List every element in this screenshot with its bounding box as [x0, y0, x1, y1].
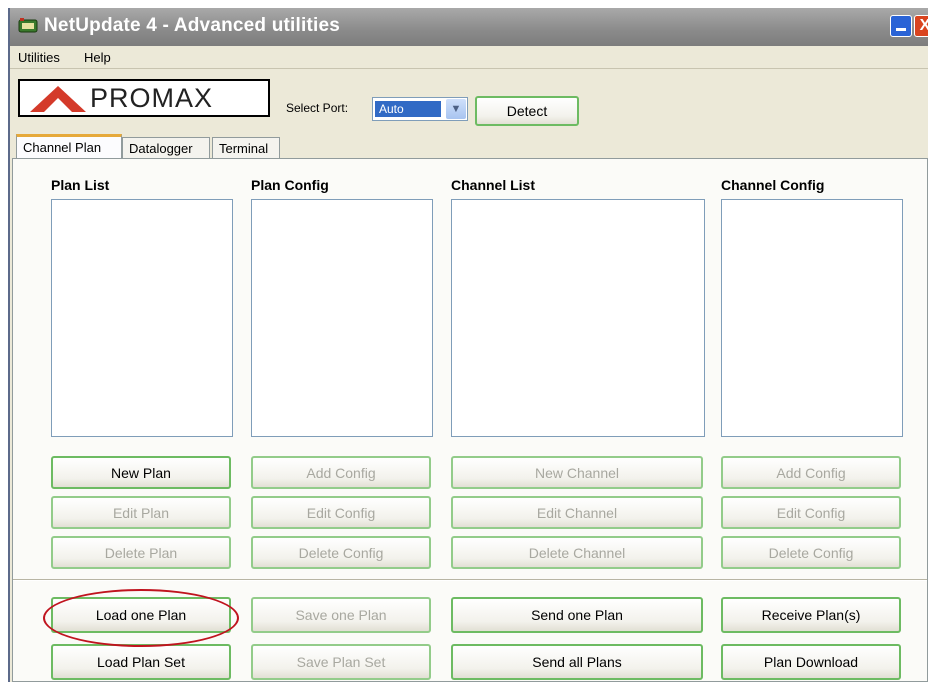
delete-plan-button[interactable]: Delete Plan: [51, 536, 231, 569]
close-icon: X: [920, 17, 928, 34]
channel-config-title: Channel Config: [721, 177, 825, 193]
channel-list-title: Channel List: [451, 177, 536, 193]
tab-channel-plan[interactable]: Channel Plan: [16, 134, 122, 160]
logo-triangle-icon: [30, 86, 86, 112]
send-all-plans-button[interactable]: Send all Plans: [451, 644, 703, 680]
promax-logo: PROMAX: [18, 79, 270, 117]
new-plan-button[interactable]: New Plan: [51, 456, 231, 489]
app-icon: [18, 18, 38, 33]
plan-config-title: Plan Config: [251, 177, 329, 193]
menu-help[interactable]: Help: [84, 50, 111, 65]
tab-datalogger[interactable]: Datalogger: [122, 137, 210, 159]
title-bar[interactable]: NetUpdate 4 - Advanced utilities X: [10, 8, 928, 46]
minimize-button[interactable]: [890, 15, 912, 37]
app-window: NetUpdate 4 - Advanced utilities X Utili…: [8, 8, 928, 682]
save-plan-set-button[interactable]: Save Plan Set: [251, 644, 431, 680]
window-title: NetUpdate 4 - Advanced utilities: [44, 15, 341, 36]
channel-list-box[interactable]: [451, 199, 705, 437]
chevron-down-icon[interactable]: ▼: [446, 99, 466, 119]
load-one-plan-button[interactable]: Load one Plan: [51, 597, 231, 633]
delete-plan-config-button[interactable]: Delete Config: [251, 536, 431, 569]
plan-list-title: Plan List: [51, 177, 110, 193]
menu-utilities[interactable]: Utilities: [18, 50, 60, 65]
detect-button[interactable]: Detect: [475, 96, 579, 126]
close-button[interactable]: X: [914, 15, 928, 37]
edit-plan-button[interactable]: Edit Plan: [51, 496, 231, 529]
channel-config-box[interactable]: [721, 199, 903, 437]
plan-download-button[interactable]: Plan Download: [721, 644, 901, 680]
load-plan-set-button[interactable]: Load Plan Set: [51, 644, 231, 680]
edit-channel-config-button[interactable]: Edit Config: [721, 496, 901, 529]
delete-channel-button[interactable]: Delete Channel: [451, 536, 703, 569]
tab-terminal[interactable]: Terminal: [212, 137, 280, 159]
new-channel-button[interactable]: New Channel: [451, 456, 703, 489]
plan-config-box[interactable]: [251, 199, 433, 437]
port-select-value: Auto: [375, 101, 441, 117]
add-channel-config-button[interactable]: Add Config: [721, 456, 901, 489]
tab-bar: Channel Plan Datalogger Terminal: [10, 134, 928, 160]
logo-text: PROMAX: [90, 83, 214, 113]
section-divider: [13, 579, 927, 581]
save-one-plan-button[interactable]: Save one Plan: [251, 597, 431, 633]
port-select[interactable]: Auto ▼: [372, 97, 468, 121]
delete-channel-config-button[interactable]: Delete Config: [721, 536, 901, 569]
receive-plans-button[interactable]: Receive Plan(s): [721, 597, 901, 633]
plan-list-box[interactable]: [51, 199, 233, 437]
edit-plan-config-button[interactable]: Edit Config: [251, 496, 431, 529]
toolbar: PROMAX Select Port: Auto ▼ Detect: [10, 70, 928, 132]
edit-channel-button[interactable]: Edit Channel: [451, 496, 703, 529]
menu-bar: Utilities Help: [10, 46, 928, 69]
send-one-plan-button[interactable]: Send one Plan: [451, 597, 703, 633]
add-plan-config-button[interactable]: Add Config: [251, 456, 431, 489]
select-port-label: Select Port:: [286, 101, 349, 115]
channel-plan-panel: Plan List Plan Config Channel List Chann…: [12, 158, 928, 682]
